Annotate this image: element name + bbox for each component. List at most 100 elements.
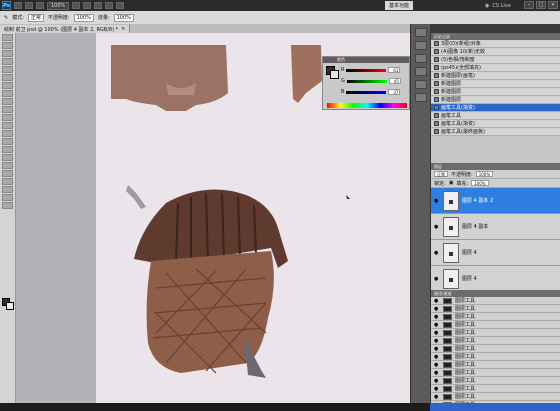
history-item[interactable]: 画笔工具(最终画板) bbox=[431, 128, 560, 136]
history-item[interactable]: (5)色相/饱和度 bbox=[431, 56, 560, 64]
shape-tool-icon[interactable] bbox=[2, 170, 13, 177]
path-row[interactable]: ● 图层工具 bbox=[431, 361, 560, 369]
history-item[interactable]: 新建图层 bbox=[431, 96, 560, 104]
hand-icon[interactable] bbox=[72, 2, 81, 9]
grid-icon[interactable] bbox=[36, 2, 44, 9]
history-panel-icon[interactable] bbox=[414, 67, 427, 76]
path-row[interactable]: ● 图层工具 bbox=[431, 393, 560, 401]
visibility-eye-icon[interactable]: ● bbox=[434, 250, 440, 256]
color-g-value[interactable]: 45 bbox=[388, 78, 401, 84]
swatches-panel-icon[interactable] bbox=[414, 41, 427, 50]
brush-panel-icon[interactable] bbox=[414, 80, 427, 89]
visibility-eye-icon[interactable]: ● bbox=[434, 394, 440, 400]
lock-icon[interactable]: ▣ bbox=[449, 180, 454, 186]
visibility-eye-icon[interactable]: ● bbox=[434, 322, 440, 328]
close-icon[interactable]: × bbox=[548, 1, 558, 9]
flow-field[interactable]: 100% bbox=[113, 13, 134, 22]
eraser-tool-icon[interactable] bbox=[2, 114, 13, 121]
visibility-eye-icon[interactable]: ● bbox=[434, 386, 440, 392]
visibility-eye-icon[interactable]: ● bbox=[434, 306, 440, 312]
path-row[interactable]: ● 图层工具 bbox=[431, 305, 560, 313]
visibility-eye-icon[interactable]: ● bbox=[434, 198, 440, 204]
eyedropper-tool-icon[interactable] bbox=[2, 74, 13, 81]
visibility-eye-icon[interactable]: ● bbox=[434, 370, 440, 376]
visibility-eye-icon[interactable]: ● bbox=[434, 314, 440, 320]
adjustments-panel-icon[interactable] bbox=[414, 54, 427, 63]
visibility-eye-icon[interactable]: ● bbox=[434, 362, 440, 368]
history-item[interactable]: 新建图层(画笔) bbox=[431, 72, 560, 80]
3d-rotate-tool-icon[interactable] bbox=[2, 178, 13, 185]
color-spectrum[interactable] bbox=[327, 103, 407, 108]
type-tool-icon[interactable] bbox=[2, 154, 13, 161]
color-g-slider[interactable] bbox=[346, 79, 387, 83]
tab-close-icon[interactable]: × bbox=[121, 26, 125, 32]
move-tool-icon[interactable] bbox=[2, 34, 13, 41]
rotate-icon[interactable] bbox=[94, 2, 103, 9]
path-row[interactable]: ● 图层工具 bbox=[431, 321, 560, 329]
layer-row[interactable]: ● 图层 4 bbox=[431, 240, 560, 266]
mode-select[interactable]: 正常 bbox=[27, 13, 44, 22]
visibility-eye-icon[interactable]: ● bbox=[434, 298, 440, 304]
document-tab[interactable]: 绘制 前卫 psd @ 100% (图层 4 副本 2, RGB/8) * × bbox=[0, 25, 131, 33]
path-row[interactable]: ● 图层工具 bbox=[431, 385, 560, 393]
bridge-icon[interactable] bbox=[14, 2, 22, 9]
dodge-tool-icon[interactable] bbox=[2, 138, 13, 145]
visibility-eye-icon[interactable]: ● bbox=[434, 346, 440, 352]
path-row[interactable]: ● 图层工具 bbox=[431, 369, 560, 377]
path-row[interactable]: ● 图层工具 bbox=[431, 353, 560, 361]
pen-tool-icon[interactable] bbox=[2, 146, 13, 153]
maximize-icon[interactable]: □ bbox=[536, 1, 546, 9]
path-row[interactable]: ● 图层工具 bbox=[431, 297, 560, 305]
lasso-tool-icon[interactable] bbox=[2, 50, 13, 57]
opacity-field[interactable]: 100% bbox=[73, 13, 94, 22]
history-item[interactable]: 画笔工具(渐变) bbox=[431, 104, 560, 112]
history-item[interactable]: (4)图像 10(新)无效 bbox=[431, 48, 560, 56]
brush-tool-icon[interactable]: ✎ bbox=[4, 15, 8, 21]
path-row[interactable]: ● 图层工具 bbox=[431, 345, 560, 353]
history-item[interactable]: 画笔工具 bbox=[431, 112, 560, 120]
layer-opacity-field[interactable]: 100% bbox=[475, 171, 494, 177]
zoom-icon[interactable] bbox=[83, 2, 92, 9]
cs-live[interactable]: ◉ CS Live bbox=[485, 1, 511, 10]
history-item[interactable]: (ps45)(全部填充) bbox=[431, 64, 560, 72]
color-panel-icon[interactable] bbox=[414, 28, 427, 37]
visibility-eye-icon[interactable]: ● bbox=[434, 224, 440, 230]
history-item[interactable]: 画笔工具(渐变) bbox=[431, 120, 560, 128]
history-item[interactable]: 新建图层 bbox=[431, 88, 560, 96]
visibility-eye-icon[interactable]: ● bbox=[434, 276, 440, 282]
color-r-slider[interactable] bbox=[346, 68, 387, 72]
minimize-icon[interactable]: – bbox=[524, 1, 534, 9]
layer-row[interactable]: ● 图层 4 bbox=[431, 266, 560, 290]
minibridge-icon[interactable] bbox=[25, 2, 33, 9]
history-item[interactable]: 新建图层 bbox=[431, 80, 560, 88]
background-color-swatch[interactable] bbox=[6, 302, 14, 310]
zoom-tool-icon[interactable] bbox=[2, 202, 13, 209]
color-r-value[interactable]: 61 bbox=[388, 67, 401, 73]
marquee-tool-icon[interactable] bbox=[2, 42, 13, 49]
history-item[interactable]: 3层(D)(新组)对象 bbox=[431, 40, 560, 48]
screen-mode-icon[interactable] bbox=[116, 2, 125, 9]
clone-tool-icon[interactable] bbox=[2, 98, 13, 105]
arrange-icon[interactable] bbox=[105, 2, 114, 9]
workspace-button[interactable]: 基本功能 bbox=[385, 1, 414, 10]
path-row[interactable]: ● 图层工具 bbox=[431, 377, 560, 385]
color-bg-swatch[interactable] bbox=[330, 70, 339, 79]
path-row[interactable]: ● 图层工具 bbox=[431, 313, 560, 321]
fill-field[interactable]: 100% bbox=[471, 180, 489, 186]
blend-mode-select[interactable]: 正常 bbox=[434, 171, 448, 177]
blur-tool-icon[interactable] bbox=[2, 130, 13, 137]
color-b-value[interactable]: 37 bbox=[388, 89, 401, 95]
gradient-tool-icon[interactable] bbox=[2, 122, 13, 129]
3d-camera-tool-icon[interactable] bbox=[2, 186, 13, 193]
color-b-slider[interactable] bbox=[346, 90, 387, 94]
visibility-eye-icon[interactable]: ● bbox=[434, 378, 440, 384]
history-brush-tool-icon[interactable] bbox=[2, 106, 13, 113]
brush-tool-icon[interactable] bbox=[2, 90, 13, 97]
layer-row[interactable]: ● 图层 4 副本 bbox=[431, 214, 560, 240]
hand-tool-icon[interactable] bbox=[2, 194, 13, 201]
path-row[interactable]: ● 图层工具 bbox=[431, 337, 560, 345]
quick-select-tool-icon[interactable] bbox=[2, 58, 13, 65]
crop-tool-icon[interactable] bbox=[2, 66, 13, 73]
character-panel-icon[interactable] bbox=[414, 93, 427, 102]
visibility-eye-icon[interactable]: ● bbox=[434, 338, 440, 344]
